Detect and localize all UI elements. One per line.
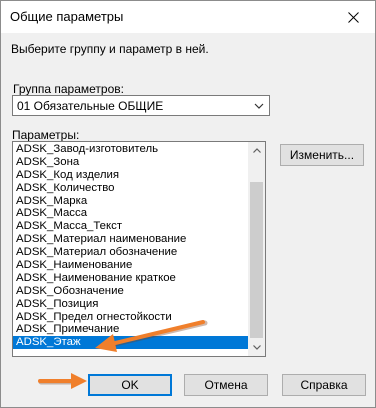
change-button[interactable]: Изменить... (280, 144, 364, 166)
list-item[interactable]: ADSK_Зона (13, 156, 249, 169)
window-title: Общие параметры (10, 9, 124, 24)
list-item[interactable]: ADSK_Наименование (13, 259, 249, 272)
close-button[interactable] (331, 1, 375, 33)
scroll-down-button[interactable] (248, 339, 265, 356)
shared-parameters-dialog: Общие параметры Выберите группу и параме… (0, 0, 376, 408)
list-item[interactable]: ADSK_Материал обозначение (13, 246, 249, 259)
list-item[interactable]: ADSK_Материал наименование (13, 233, 249, 246)
annotation-arrow-icon (95, 320, 208, 352)
scroll-thumb[interactable] (250, 182, 263, 338)
parameter-group-value: 01 Обязательные ОБЩИЕ (17, 99, 164, 113)
cancel-button[interactable]: Отмена (184, 374, 268, 396)
help-button[interactable]: Справка (282, 374, 366, 396)
title-bar: Общие параметры (1, 1, 375, 33)
list-item[interactable]: ADSK_Масса (13, 207, 249, 220)
parameter-group-select[interactable]: 01 Обязательные ОБЩИЕ (12, 95, 270, 116)
list-item[interactable]: ADSK_Завод-изготовитель (13, 143, 249, 156)
list-item[interactable]: ADSK_Марка (13, 195, 249, 208)
close-icon (347, 11, 359, 23)
chevron-down-icon (254, 103, 264, 109)
scroll-up-button[interactable] (248, 142, 265, 159)
parameter-group-label: Группа параметров: (13, 82, 124, 96)
chevron-down-icon (252, 345, 261, 350)
ok-button[interactable]: OK (88, 374, 172, 396)
list-item[interactable]: ADSK_Масса_Текст (13, 220, 249, 233)
parameters-label: Параметры: (12, 128, 80, 142)
vertical-scrollbar[interactable] (248, 142, 265, 356)
list-item[interactable]: ADSK_Код изделия (13, 169, 249, 182)
instruction-text: Выберите группу и параметр в ней. (11, 42, 209, 56)
list-item[interactable]: ADSK_Количество (13, 182, 249, 195)
list-item[interactable]: ADSK_Обозначение (13, 285, 249, 298)
annotation-arrow-icon (38, 373, 87, 389)
list-item[interactable]: ADSK_Позиция (13, 298, 249, 311)
list-item[interactable]: ADSK_Наименование краткое (13, 272, 249, 285)
chevron-up-icon (252, 148, 261, 153)
